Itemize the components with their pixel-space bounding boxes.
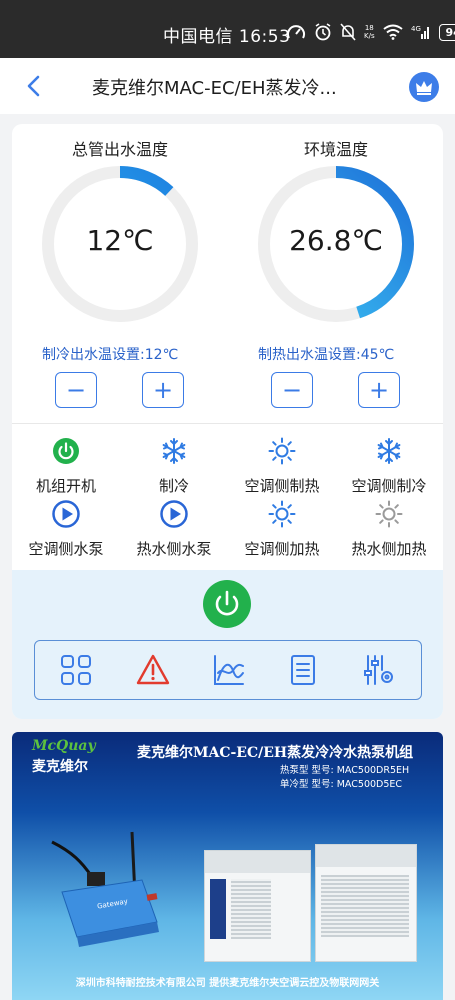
chiller-unit-image <box>204 850 311 962</box>
banner-footer: 深圳市科特耐控技术有限公司 提供麦克维尔夹空调云控及物联网网关 <box>75 978 380 989</box>
status-label: 空调侧制热 <box>244 477 320 495</box>
status-unit-power: 机组开机 <box>12 437 120 496</box>
vip-button[interactable] <box>409 72 439 102</box>
chiller-unit-image <box>315 844 417 962</box>
warning-icon <box>136 654 170 685</box>
svg-text:4G: 4G <box>411 25 421 33</box>
status-label: 热水侧加热 <box>351 540 427 558</box>
log-button[interactable] <box>286 653 320 687</box>
heat-decrease-button[interactable]: − <box>271 372 313 408</box>
status-hot-water-pump: 热水侧水泵 <box>120 500 228 559</box>
status-label: 空调侧制冷 <box>351 477 427 495</box>
status-cooling: 制冷 <box>120 437 228 496</box>
pump-play-icon <box>52 500 80 528</box>
mute-icon <box>340 23 356 41</box>
chart-icon <box>214 655 244 685</box>
battery-icon: 94 <box>438 23 455 41</box>
status-label: 空调侧加热 <box>244 540 320 558</box>
status-label: 制冷 <box>158 477 189 495</box>
nav-bar: 麦克维尔MAC-EC/EH蒸发冷... <box>0 58 455 114</box>
divider <box>12 423 443 424</box>
status-hot-water-heater: 热水侧加热 <box>335 500 443 559</box>
status-label: 机组开机 <box>35 477 96 495</box>
banner-model-heat: 热泵型 型号: MAC500DR5EH <box>280 765 410 776</box>
status-ac-cooling: 空调侧制冷 <box>335 437 443 496</box>
heat-setpoint-text: 制热出水温设置:45℃ <box>258 347 395 363</box>
speedometer-icon <box>287 25 305 39</box>
signal-4g-icon: 4G <box>411 25 429 39</box>
product-banner[interactable]: McQuay 麦克维尔 麦克维尔MAC-EC/EH蒸发冷冷水热泵机组 热泵型 型… <box>12 732 443 1000</box>
status-label: 空调侧水泵 <box>28 540 104 558</box>
wifi-icon <box>382 24 403 40</box>
gauge-value-outlet-water: 12℃ <box>86 224 154 257</box>
gauge-value-ambient: 26.8℃ <box>289 224 383 257</box>
gauge-label-outlet-water: 总管出水温度 <box>71 140 168 159</box>
brand-name: 麦克维尔 <box>32 759 88 775</box>
banner-model-cool: 单冷型 型号: MAC500D5EC <box>280 779 403 790</box>
parameters-button[interactable] <box>362 653 396 687</box>
crown-icon <box>416 81 432 95</box>
trend-button[interactable] <box>212 653 246 687</box>
status-icons: 18 K/s 4G 94 <box>286 18 455 46</box>
carrier-time: 中国电信 16:53 <box>163 27 291 47</box>
snowflake-icon <box>162 438 186 464</box>
sun-icon <box>268 500 296 528</box>
control-panel <box>12 570 443 719</box>
banner-title: 麦克维尔MAC-EC/EH蒸发冷冷水热泵机组 <box>137 745 414 761</box>
gateway-device-image <box>51 831 159 947</box>
chevron-left-icon <box>27 75 40 97</box>
status-ac-heating: 空调侧制热 <box>228 437 336 496</box>
back-button[interactable] <box>22 72 48 100</box>
cool-increase-button[interactable]: + <box>142 372 184 408</box>
snowflake-icon <box>377 438 401 464</box>
cool-setpoint-text: 制冷出水温设置:12℃ <box>42 347 179 363</box>
cool-decrease-button[interactable]: − <box>55 372 97 408</box>
sun-icon <box>268 437 296 465</box>
net-speed: 18 K/s <box>364 24 375 40</box>
power-icon <box>215 590 239 616</box>
gauge-label-ambient: 环境温度 <box>303 140 368 159</box>
brand-logo: McQuay <box>32 738 96 754</box>
status-ac-heater: 空调侧加热 <box>228 500 336 559</box>
power-on-icon <box>53 438 79 464</box>
list-icon <box>291 655 315 685</box>
heat-increase-button[interactable]: + <box>358 372 400 408</box>
alarm-button[interactable] <box>136 653 170 687</box>
overview-button[interactable] <box>59 653 93 687</box>
settings-sliders-icon <box>364 655 393 685</box>
status-label: 热水侧水泵 <box>136 540 212 558</box>
pump-play-icon <box>160 500 188 528</box>
main-card: 总管出水温度 12℃ 环境温度 26.8℃ 制冷出水温设置:12℃ − + 制热… <box>12 124 443 719</box>
grid-icon <box>61 655 91 685</box>
status-bar: 中国电信 16:53 18 K/s 4G 9 <box>0 0 455 58</box>
status-ac-pump: 空调侧水泵 <box>12 500 120 559</box>
function-toolbar <box>34 640 422 700</box>
sun-icon <box>375 500 403 528</box>
power-button[interactable] <box>203 580 251 628</box>
page-title: 麦克维尔MAC-EC/EH蒸发冷... <box>92 78 337 99</box>
alarm-icon <box>315 23 331 41</box>
